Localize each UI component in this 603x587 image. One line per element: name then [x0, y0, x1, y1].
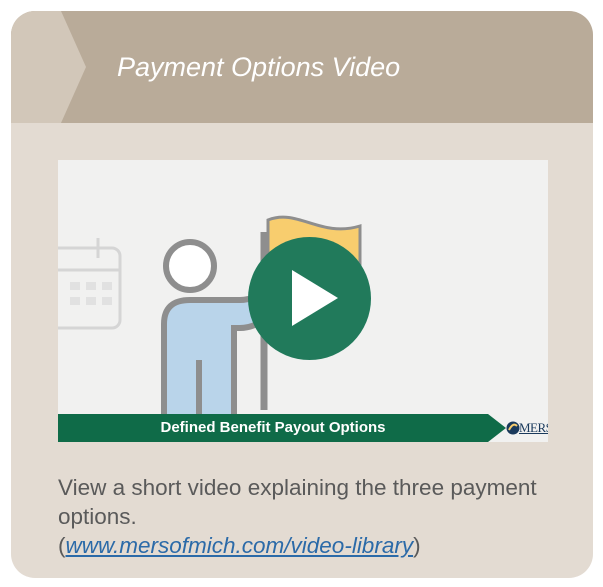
mers-logo-text: MERS: [519, 420, 548, 435]
play-icon: [292, 270, 338, 326]
play-button[interactable]: [248, 237, 371, 360]
mers-logo: MERS: [506, 414, 548, 442]
caption-arrow: [488, 414, 506, 442]
video-player[interactable]: Defined Benefit Payout Options MERS: [58, 160, 548, 442]
mers-logo-icon: [506, 421, 520, 435]
video-caption: Defined Benefit Payout Options: [160, 419, 386, 436]
link-close-paren: ): [413, 533, 421, 558]
chevron-right-icon: [11, 11, 86, 123]
link-open-paren: (: [58, 533, 66, 558]
card-header: Payment Options Video: [11, 11, 593, 123]
video-library-link[interactable]: www.mersofmich.com/video-library: [66, 533, 414, 558]
description-text: View a short video explaining the three …: [58, 475, 537, 529]
card-title: Payment Options Video: [117, 52, 401, 82]
video-description: View a short video explaining the three …: [58, 473, 558, 560]
payment-options-card: Payment Options Video Defined Benefit Pa…: [11, 11, 593, 578]
